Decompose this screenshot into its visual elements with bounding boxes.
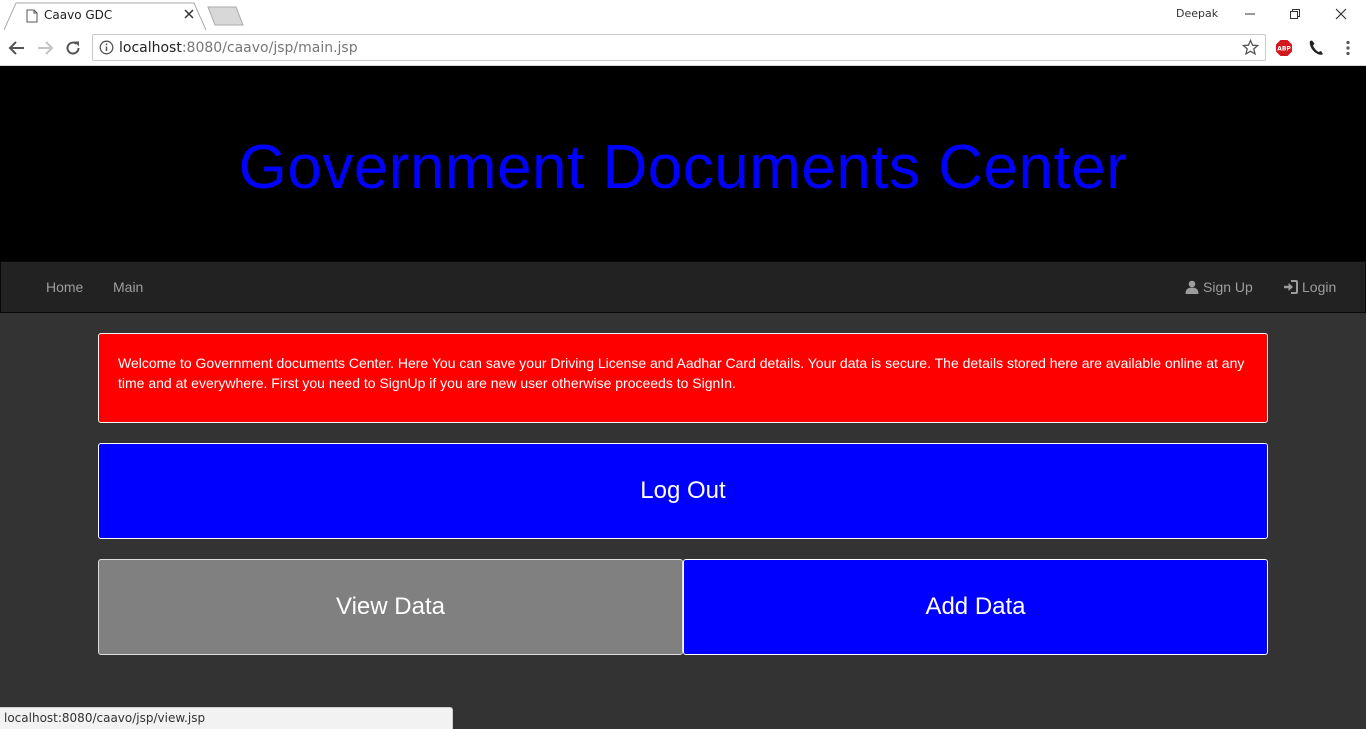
browser-toolbar: localhost:8080/caavo/jsp/main.jsp ABP — [0, 30, 1366, 66]
adblock-badge: ABP — [1277, 46, 1291, 53]
close-window-button[interactable] — [1318, 0, 1364, 28]
phone-icon — [1309, 40, 1323, 55]
more-vertical-icon — [1346, 40, 1350, 56]
nav-login-link[interactable]: Login — [1283, 279, 1336, 295]
view-data-button[interactable]: View Data — [98, 559, 683, 655]
close-tab-icon[interactable] — [182, 7, 196, 21]
status-bar-url: localhost:8080/caavo/jsp/view.jsp — [0, 707, 453, 729]
forward-button[interactable] — [34, 37, 56, 59]
reload-icon — [66, 41, 80, 55]
page-icon — [26, 9, 38, 23]
address-bar[interactable]: localhost:8080/caavo/jsp/main.jsp — [92, 34, 1266, 61]
profile-name[interactable]: Deepak — [1176, 7, 1218, 20]
info-icon[interactable] — [99, 40, 114, 55]
site-title: Government Documents Center — [238, 133, 1128, 202]
welcome-alert: Welcome to Government documents Center. … — [98, 333, 1268, 423]
extension-button[interactable] — [1305, 37, 1327, 59]
restore-icon — [1290, 9, 1300, 19]
url-path: :8080/caavo/jsp/main.jsp — [181, 40, 358, 56]
url-text[interactable]: localhost:8080/caavo/jsp/main.jsp — [119, 40, 358, 56]
reload-button[interactable] — [62, 37, 84, 59]
restore-button[interactable] — [1272, 0, 1318, 28]
navbar: Home Main Sign Up Login — [0, 261, 1366, 313]
url-host: localhost — [119, 40, 182, 56]
arrow-left-icon — [8, 41, 24, 55]
adblock-extension-button[interactable]: ABP — [1273, 37, 1295, 59]
close-icon — [1335, 8, 1347, 20]
nav-home-link[interactable]: Home — [46, 279, 83, 295]
bookmark-star-icon[interactable] — [1242, 39, 1259, 56]
minimize-icon — [1245, 13, 1255, 15]
user-icon — [1185, 280, 1199, 294]
nav-main-link[interactable]: Main — [113, 279, 143, 295]
nav-login-label: Login — [1302, 279, 1337, 295]
nav-signup-link[interactable]: Sign Up — [1185, 279, 1253, 295]
add-data-button[interactable]: Add Data — [683, 559, 1268, 655]
page-content: Government Documents Center Home Main Si… — [0, 66, 1366, 729]
arrow-right-icon — [38, 41, 54, 55]
adblock-icon: ABP — [1276, 40, 1292, 56]
browser-tab-strip: Caavo GDC Deepak — [0, 0, 1366, 30]
back-button[interactable] — [6, 37, 28, 59]
header-banner: Government Documents Center — [0, 66, 1366, 261]
nav-signup-label: Sign Up — [1203, 279, 1253, 295]
login-icon — [1284, 280, 1298, 294]
minimize-button[interactable] — [1227, 0, 1273, 28]
logout-button[interactable]: Log Out — [98, 443, 1268, 539]
browser-menu-button[interactable] — [1337, 37, 1359, 59]
browser-tab[interactable]: Caavo GDC — [4, 2, 206, 30]
tab-title: Caavo GDC — [44, 8, 113, 22]
new-tab-button[interactable] — [206, 6, 246, 26]
